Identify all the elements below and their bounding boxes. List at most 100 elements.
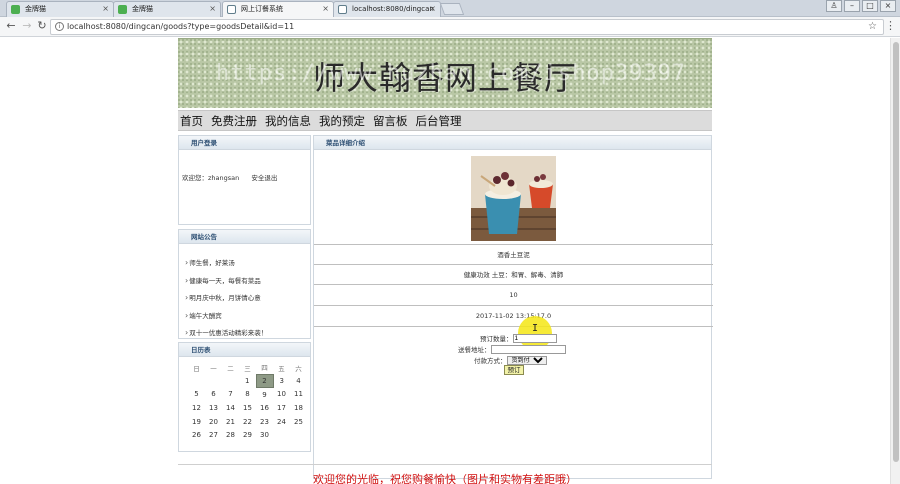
nav-message-board[interactable]: 留言板 [373, 113, 408, 129]
new-tab-button[interactable] [439, 3, 465, 15]
calendar-day[interactable]: 19 [188, 415, 205, 429]
logout-link[interactable]: 安全退出 [251, 174, 277, 182]
calendar-day[interactable]: 28 [222, 428, 239, 442]
calendar-day[interactable]: 22 [239, 415, 256, 429]
calendar-day[interactable]: 21 [222, 415, 239, 429]
calendar-day[interactable]: 27 [205, 428, 222, 442]
nav-register[interactable]: 免费注册 [211, 113, 257, 129]
browser-tab-1[interactable]: 金牌猫 × [6, 1, 114, 17]
calendar-panel: 日历表 日 一 二 三 四 五 六 1 2 3 4 5 6 7 8 9 10 1… [178, 342, 311, 452]
forward-arrow-icon[interactable]: → [20, 19, 34, 33]
calendar-day[interactable]: 17 [273, 401, 290, 415]
calendar-week: 26 27 28 29 30 [188, 428, 307, 442]
calendar-day[interactable]: 24 [273, 415, 290, 429]
calendar-week: 19 20 21 22 23 24 25 [188, 415, 307, 429]
notice-item[interactable]: 端午大酬宾 [185, 307, 310, 325]
calendar-day-today[interactable]: 2 [255, 373, 274, 389]
calendar-day[interactable]: 7 [222, 388, 239, 402]
calendar-day[interactable]: 1 [239, 374, 256, 388]
calendar-day[interactable]: 8 [239, 388, 256, 402]
nav-my-orders[interactable]: 我的预定 [319, 113, 365, 129]
close-tab-icon[interactable]: × [322, 2, 329, 16]
calendar-day[interactable]: 11 [290, 388, 307, 402]
nav-home[interactable]: 首页 [180, 113, 203, 129]
address-bar[interactable]: i localhost:8080/dingcan/goods?type=good… [50, 19, 884, 35]
calendar-weekday-row: 日 一 二 三 四 五 六 [188, 361, 307, 374]
detail-heading: 菜品详细介绍 [314, 136, 711, 150]
login-heading: 用户登录 [179, 136, 310, 150]
browser-menu-icon[interactable]: ⋮ [885, 19, 896, 32]
payment-row: 付款方式： 货到付款 [474, 355, 547, 365]
close-tab-icon[interactable]: × [209, 2, 216, 16]
notice-panel: 网站公告 师生餐，好莱汤 健康每一天，每餐有菜品 明月庆中秋，月饼情心意 端午大… [178, 229, 311, 339]
notice-item[interactable]: 师生餐，好莱汤 [185, 254, 310, 272]
calendar-day[interactable]: 30 [256, 428, 273, 442]
calendar-day[interactable]: 16 [256, 401, 273, 415]
calendar-day[interactable]: 26 [188, 428, 205, 442]
notice-heading: 网站公告 [179, 230, 310, 244]
bookmark-star-icon[interactable]: ☆ [868, 20, 877, 34]
site-banner: 师大翰香网上餐厅 https://www.huzhan.com/ishop393… [178, 38, 712, 108]
quantity-input[interactable] [512, 333, 557, 343]
divider [314, 326, 713, 327]
calendar-day [290, 428, 307, 442]
page-favicon-icon [338, 5, 347, 14]
main-nav: 首页 免费注册 我的信息 我的预定 留言板 后台管理 [178, 110, 712, 131]
order-button[interactable]: 预订 [504, 365, 524, 375]
dish-name-row: 酒香土豆泥 [314, 244, 713, 264]
calendar-day[interactable]: 4 [290, 374, 307, 388]
browser-tab-2[interactable]: 金牌猫 × [113, 1, 221, 17]
calendar-day[interactable]: 25 [290, 415, 307, 429]
close-window-icon[interactable]: × [880, 0, 896, 12]
dish-effect-row: 健康功效 土豆：和胃、解毒、清肺 [314, 264, 713, 284]
browser-tab-4[interactable]: localhost:8080/dingcan × [333, 1, 441, 17]
reload-icon[interactable]: ↻ [35, 19, 49, 33]
browser-tab-3[interactable]: 网上订餐系统 × [222, 1, 334, 17]
calendar-day[interactable]: 20 [205, 415, 222, 429]
info-icon[interactable]: i [55, 22, 64, 31]
quantity-label: 预订数量： [480, 335, 513, 343]
dish-detail-panel: 菜品详细介绍 酒香土豆泥 健康功效 土豆：和胃、解毒、清肺 10 2017-11… [313, 135, 713, 479]
close-tab-icon[interactable]: × [102, 2, 109, 16]
calendar-day[interactable]: 6 [205, 388, 222, 402]
calendar-day[interactable]: 5 [188, 388, 205, 402]
notice-item[interactable]: 双十一优惠活动精彩来袭！ [185, 324, 310, 342]
calendar-day[interactable]: 12 [188, 401, 205, 415]
calendar-day[interactable]: 18 [290, 401, 307, 415]
dish-effect: 健康功效 土豆：和胃、解毒、清肺 [463, 271, 564, 279]
calendar-day[interactable]: 14 [222, 401, 239, 415]
dish-name: 酒香土豆泥 [497, 251, 530, 259]
notice-item[interactable]: 明月庆中秋，月饼情心意 [185, 289, 310, 307]
page-scrollbar[interactable] [890, 38, 900, 484]
calendar-table: 日 一 二 三 四 五 六 1 2 3 4 5 6 7 8 9 10 11 12… [188, 361, 307, 442]
browser-toolbar: ← → ↻ i localhost:8080/dingcan/goods?typ… [0, 17, 900, 37]
address-label: 送餐地址： [458, 346, 491, 354]
calendar-day[interactable]: 15 [239, 401, 256, 415]
calendar-day[interactable]: 23 [256, 415, 273, 429]
weekday-label: 一 [210, 364, 217, 373]
calendar-day[interactable]: 10 [273, 388, 290, 402]
minimize-icon[interactable]: – [844, 0, 860, 12]
nav-admin[interactable]: 后台管理 [416, 113, 462, 129]
calendar-day[interactable]: 9 [256, 388, 273, 402]
scrollbar-thumb[interactable] [893, 42, 899, 462]
address-input[interactable] [490, 344, 566, 354]
calendar-day [222, 374, 239, 388]
close-tab-icon[interactable]: × [429, 2, 436, 16]
url-text: localhost:8080/dingcan/goods?type=goodsD… [67, 22, 295, 31]
maximize-icon[interactable]: □ [862, 0, 878, 12]
calendar-day[interactable]: 3 [273, 374, 290, 388]
dish-date-row: 2017-11-02 13:15:17.0 [314, 305, 713, 326]
user-icon[interactable]: ♙ [826, 0, 842, 12]
calendar-day [273, 428, 290, 442]
notice-item[interactable]: 健康每一天，每餐有菜品 [185, 272, 310, 290]
watermark-text: https://www.huzhan.com/ishop39397 [216, 61, 687, 86]
weekday-label: 三 [244, 364, 251, 373]
back-arrow-icon[interactable]: ← [4, 19, 18, 33]
payment-select[interactable]: 货到付款 [506, 355, 547, 365]
tab-title: 网上订餐系统 [241, 5, 283, 13]
page-viewport: 师大翰香网上餐厅 https://www.huzhan.com/ishop393… [0, 38, 890, 484]
calendar-day[interactable]: 13 [205, 401, 222, 415]
calendar-day[interactable]: 29 [239, 428, 256, 442]
nav-my-info[interactable]: 我的信息 [265, 113, 311, 129]
